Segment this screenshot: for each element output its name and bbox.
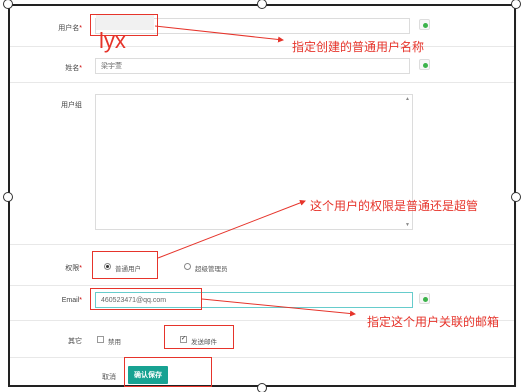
permission-highlight-box <box>92 251 158 279</box>
name-label: 姓名* <box>22 63 82 73</box>
permission-option-admin[interactable]: 超级管理员 <box>195 263 228 273</box>
permission-label-text: 权限 <box>65 265 80 272</box>
cancel-button[interactable]: 取消 <box>102 372 116 382</box>
required-mark: * <box>79 265 82 272</box>
email-label: Email* <box>22 297 82 304</box>
name-input-value: 梁宇萱 <box>101 63 122 70</box>
email-add-icon[interactable] <box>419 293 430 304</box>
group-label: 用户组 <box>22 100 82 110</box>
username-add-icon[interactable] <box>419 19 430 30</box>
disable-checkbox[interactable] <box>97 336 104 343</box>
name-label-text: 姓名 <box>65 65 80 72</box>
disable-option-label[interactable]: 禁用 <box>108 336 121 346</box>
resize-handle-middle-right[interactable] <box>511 192 521 202</box>
name-add-icon[interactable] <box>419 59 430 70</box>
group-label-text: 用户组 <box>61 102 82 109</box>
resize-handle-middle-left[interactable] <box>3 192 13 202</box>
scroll-up-icon[interactable]: ▲ <box>405 96 410 102</box>
name-input[interactable]: 梁宇萱 <box>95 58 410 74</box>
row-divider <box>10 46 514 47</box>
username-value-overlay: lyx <box>99 28 126 53</box>
other-label-text: 其它 <box>68 338 82 345</box>
username-label: 用户名* <box>22 23 82 33</box>
save-highlight-box <box>124 357 212 387</box>
permission-label: 权限* <box>22 263 82 273</box>
send-email-highlight-box <box>164 325 234 349</box>
username-label-text: 用户名 <box>58 25 80 32</box>
row-divider <box>10 285 514 286</box>
permission-annotation: 这个用户的权限是普通还是超管 <box>310 199 479 213</box>
row-divider <box>10 244 514 245</box>
resize-handle-top-right[interactable] <box>511 0 521 9</box>
username-annotation: 指定创建的普通用户名称 <box>292 40 425 54</box>
row-divider <box>10 82 514 83</box>
email-label-text: Email <box>61 297 80 304</box>
permission-radio-admin[interactable] <box>184 263 191 270</box>
required-mark: * <box>79 297 82 304</box>
row-divider <box>10 357 514 358</box>
email-highlight-box <box>90 288 202 310</box>
other-label: 其它 <box>22 336 82 346</box>
required-mark: * <box>79 25 82 32</box>
resize-handle-bottom-center[interactable] <box>257 383 267 392</box>
email-annotation: 指定这个用户关联的邮箱 <box>367 315 500 329</box>
required-mark: * <box>79 65 82 72</box>
scroll-down-icon[interactable]: ▼ <box>405 222 410 228</box>
